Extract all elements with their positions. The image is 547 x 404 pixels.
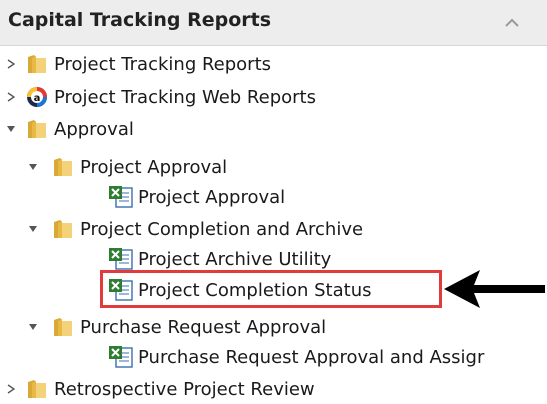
panel-title: Capital Tracking Reports <box>8 9 272 31</box>
tree-item-label: Purchase Request Approval <box>80 316 327 338</box>
tree-item-project-tracking-web-reports[interactable]: a Project Tracking Web Reports <box>4 82 316 112</box>
tree-item-project-completion-archive-folder[interactable]: Project Completion and Archive <box>26 214 363 244</box>
tree-item-purchase-request-approval-report[interactable]: Purchase Request Approval and Assigr <box>108 342 484 372</box>
tree-item-purchase-request-approval-folder[interactable]: Purchase Request Approval <box>26 312 326 342</box>
pointer-arrow-icon <box>444 270 545 308</box>
folder-icon <box>52 156 74 178</box>
tree-item-project-approval-report[interactable]: Project Approval <box>108 182 285 212</box>
tree-item-approval[interactable]: Approval <box>4 114 134 144</box>
excel-report-icon <box>108 185 134 209</box>
tree-item-label: Project Archive Utility <box>138 248 332 270</box>
tree-item-label: Purchase Request Approval and Assigr <box>138 346 485 368</box>
tree-item-label: Retrospective Project Review <box>54 378 315 400</box>
tree-item-label: Project Tracking Web Reports <box>54 86 316 108</box>
collapse-arrow-icon[interactable] <box>26 152 40 182</box>
tree-item-label: Project Tracking Reports <box>54 53 272 75</box>
folder-icon <box>52 316 74 338</box>
svg-text:a: a <box>34 93 41 104</box>
tree-item-label: Project Completion and Archive <box>80 218 364 240</box>
collapse-arrow-icon[interactable] <box>4 114 18 144</box>
excel-report-icon <box>108 345 134 369</box>
highlight-box <box>100 270 442 308</box>
collapse-arrow-icon[interactable] <box>26 214 40 244</box>
expand-arrow-icon[interactable] <box>4 82 18 112</box>
expand-arrow-icon[interactable] <box>4 49 18 79</box>
folder-icon <box>52 218 74 240</box>
collapse-button[interactable] <box>497 12 527 34</box>
tree-item-label: Project Approval <box>138 186 286 208</box>
tree-item-label: Approval <box>54 118 134 140</box>
excel-report-icon <box>108 247 134 271</box>
collapse-arrow-icon[interactable] <box>26 312 40 342</box>
tree-item-project-tracking-reports[interactable]: Project Tracking Reports <box>4 49 271 79</box>
tree-item-project-approval-folder[interactable]: Project Approval <box>26 152 227 182</box>
tree-item-label: Project Approval <box>80 156 228 178</box>
panel-header: Capital Tracking Reports <box>0 0 547 46</box>
folder-icon <box>26 53 48 75</box>
chevron-up-icon <box>505 18 519 27</box>
folder-icon <box>26 118 48 140</box>
tree-item-retrospective-project-review[interactable]: Retrospective Project Review <box>4 374 315 404</box>
web-report-icon: a <box>26 86 48 108</box>
folder-icon <box>26 378 48 400</box>
expand-arrow-icon[interactable] <box>4 374 18 404</box>
